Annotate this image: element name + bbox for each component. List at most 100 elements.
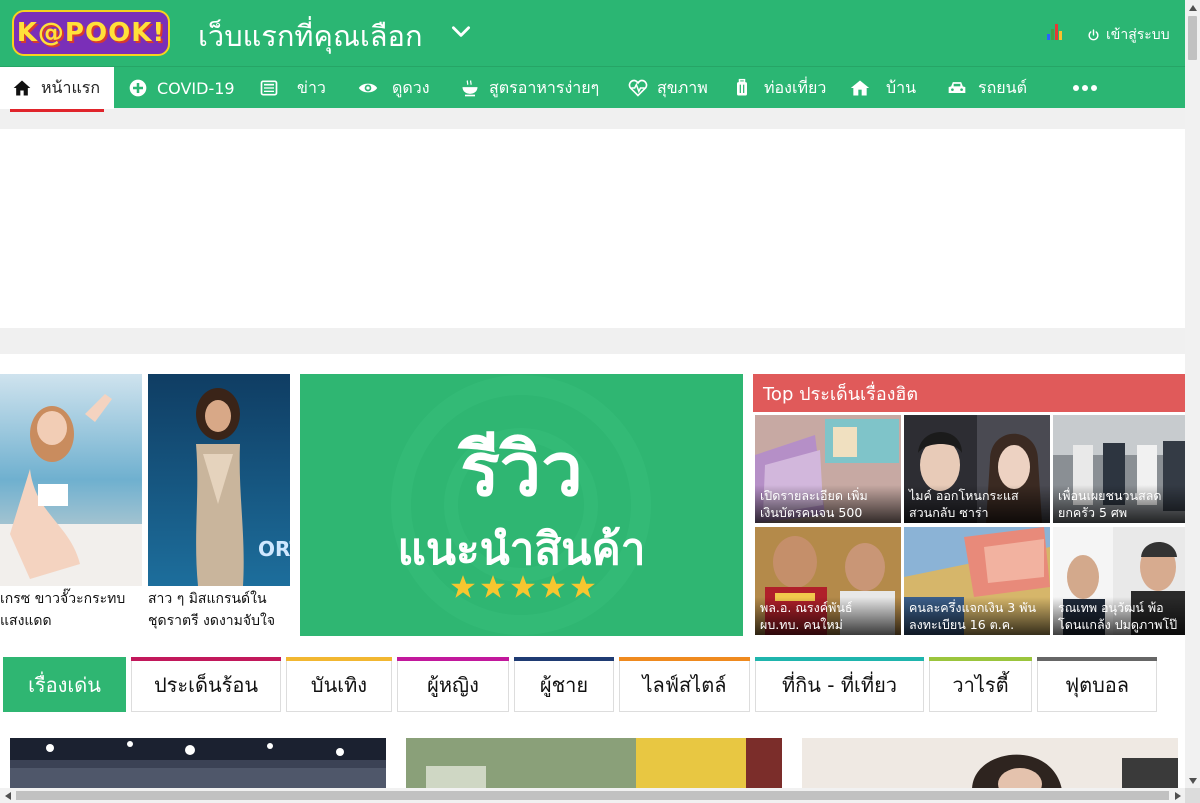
nav-label: COVID-19	[157, 78, 235, 98]
story-image	[10, 738, 386, 790]
feature-tile-image: ORT	[148, 374, 290, 586]
power-icon	[1088, 28, 1099, 40]
scroll-down-icon[interactable]	[1185, 773, 1200, 788]
main-nav: หน้าแรก COVID-19 ข่าว ดูดวง สูตรอาหารง่า…	[0, 66, 1185, 112]
tab-variety[interactable]: วาไรตี้	[929, 657, 1032, 712]
chevron-down-icon[interactable]	[448, 18, 474, 44]
kapook-logo[interactable]: K@POOK!	[12, 10, 170, 56]
food-bowl-icon	[462, 80, 478, 97]
story-card[interactable]	[10, 738, 386, 790]
nav-label: รถยนต์	[978, 77, 1027, 97]
nav-item-cars[interactable]: รถยนต์	[947, 67, 1027, 109]
star-icon	[451, 575, 475, 598]
tab-label: ไลฟ์สไตล์	[642, 672, 727, 697]
tab-label: ที่กิน - ที่เที่ยว	[781, 672, 898, 697]
tab-label: ประเด็นร้อน	[153, 672, 259, 697]
feature-tile-caption: เกรซ ขาวจั๊วะกระทบ แสงแดด	[0, 591, 126, 629]
vertical-scroll-thumb[interactable]	[1188, 16, 1197, 60]
tab-women[interactable]: ผู้หญิง	[397, 657, 509, 712]
nav-label: ข่าว	[297, 77, 326, 97]
nav-item-home[interactable]: หน้าแรก	[0, 67, 114, 112]
hot-story[interactable]: เปิดรายละเอียด เพิ่ม เงินบัตรคนจน 500	[755, 415, 901, 523]
feature-tile-caption: สาว ๆ มิสแกรนด์ใน ชุดราตรี งดงามจับใจ	[148, 591, 276, 629]
nav-label: หน้าแรก	[41, 77, 101, 97]
nav-item-travel[interactable]: ท่องเที่ยว	[732, 67, 826, 109]
star-icon	[541, 575, 565, 598]
star-icon	[481, 575, 505, 598]
nav-item-news[interactable]: ข่าว	[259, 67, 326, 109]
hot-story-caption: ไมค์ ออกโหนกระแส สวนกลับ ซาร่า	[904, 485, 1050, 523]
story-card[interactable]	[802, 738, 1178, 790]
horizontal-scroll-thumb[interactable]	[16, 791, 1169, 800]
vertical-scrollbar[interactable]	[1185, 0, 1200, 788]
ad-banner-space	[0, 129, 1185, 328]
hot-story[interactable]: ไมค์ ออกโหนกระแส สวนกลับ ซาร่า	[904, 415, 1050, 523]
nav-item-home-living[interactable]: บ้าน	[850, 67, 916, 109]
tab-hot-issues[interactable]: ประเด็นร้อน	[131, 657, 281, 712]
nav-label: สุขภาพ	[657, 77, 708, 97]
tab-featured[interactable]: เรื่องเด่น	[3, 657, 126, 712]
hot-story[interactable]: พล.อ. ณรงค์พันธ์ ผบ.ทบ. คนใหม่	[755, 527, 901, 635]
equalizer-icon[interactable]	[1047, 24, 1063, 40]
story-image	[802, 738, 1178, 790]
scrollbar-corner	[1185, 788, 1200, 803]
scroll-up-icon[interactable]	[1185, 0, 1200, 15]
hot-story-caption: รณเทพ อนุวัฒน์ พ้อ โดนแกล้ง ปมดูภาพโป๊	[1053, 597, 1185, 635]
review-stars	[450, 574, 596, 600]
tab-eat-travel[interactable]: ที่กิน - ที่เที่ยว	[755, 657, 924, 712]
tab-label: บันเทิง	[310, 672, 368, 697]
svg-text:ORT: ORT	[258, 537, 290, 561]
tab-label: วาไรตี้	[952, 672, 1009, 697]
nav-item-health[interactable]: สุขภาพ	[628, 67, 708, 109]
scroll-left-icon[interactable]	[0, 788, 15, 803]
tab-lifestyle[interactable]: ไลฟ์สไตล์	[619, 657, 750, 712]
scroll-right-icon[interactable]	[1170, 788, 1185, 803]
horizontal-scrollbar[interactable]	[0, 788, 1185, 803]
nav-label: บ้าน	[886, 77, 917, 97]
hot-story-caption: คนละครึ่งแจกเงิน 3 พัน ลงทะเบียน 16 ต.ค.	[904, 597, 1050, 635]
more-menu-icon[interactable]	[1073, 85, 1097, 91]
nav-item-horoscope[interactable]: ดูดวง	[358, 67, 430, 109]
house-icon	[850, 80, 870, 96]
site-tagline: เว็บแรกที่คุณเลือก	[198, 19, 423, 53]
car-icon	[948, 82, 966, 93]
hot-story-caption: เปิดรายละเอียด เพิ่ม เงินบัตรคนจน 500	[755, 485, 901, 523]
tab-entertainment[interactable]: บันเทิง	[286, 657, 392, 712]
star-icon	[571, 575, 595, 598]
story-image	[406, 738, 782, 790]
tab-men[interactable]: ผู้ชาย	[514, 657, 614, 712]
kapook-homepage: K@POOK! เว็บแรกที่คุณเลือก เข้าสู่ระบบ ห…	[0, 0, 1200, 803]
home-icon	[13, 80, 31, 96]
review-banner[interactable]: รีวิว แนะนำสินค้า	[300, 374, 743, 636]
feature-tile[interactable]: ORT สาว ๆ มิสแกรนด์ใน ชุดราตรี งดงามจับใ…	[148, 374, 290, 636]
star-icon	[511, 575, 535, 598]
nav-label: ท่องเที่ยว	[764, 77, 827, 97]
nav-item-recipes[interactable]: สูตรอาหารง่ายๆ	[460, 67, 599, 109]
login-button[interactable]: เข้าสู่ระบบ	[1087, 24, 1170, 46]
eye-icon	[358, 83, 378, 93]
tab-label: เรื่องเด่น	[28, 672, 101, 697]
review-title: รีวิว	[460, 427, 583, 513]
tab-label: ผู้ชาย	[539, 672, 589, 697]
tab-label: ผู้หญิง	[427, 672, 479, 697]
hot-story[interactable]: คนละครึ่งแจกเงิน 3 พัน ลงทะเบียน 16 ต.ค.	[904, 527, 1050, 635]
site-header: K@POOK! เว็บแรกที่คุณเลือก เข้าสู่ระบบ	[0, 0, 1185, 66]
logo-text: K@POOK!	[16, 18, 166, 48]
nav-item-covid[interactable]: COVID-19	[128, 67, 235, 109]
hot-story-caption: พล.อ. ณรงค์พันธ์ ผบ.ทบ. คนใหม่	[755, 597, 901, 635]
hot-story-caption: เพื่อนเผยชนวนสลด ยกครัว 5 ศพ	[1053, 485, 1185, 523]
feature-tile-image	[0, 374, 142, 586]
tab-label: ฟุตบอล	[1064, 672, 1130, 697]
hot-story[interactable]: รณเทพ อนุวัฒน์ พ้อ โดนแกล้ง ปมดูภาพโป๊	[1053, 527, 1185, 635]
feature-tile[interactable]: เกรซ ขาวจั๊วะกระทบ แสงแดด	[0, 374, 142, 636]
top-hot-header: Top ประเด็นเรื่องฮิต	[753, 374, 1185, 412]
story-card[interactable]	[406, 738, 782, 790]
heart-pulse-icon	[628, 79, 648, 97]
login-label: เข้าสู่ระบบ	[1106, 27, 1170, 43]
nav-label: สูตรอาหารง่ายๆ	[489, 77, 600, 97]
luggage-icon	[737, 78, 747, 96]
tab-football[interactable]: ฟุตบอล	[1037, 657, 1157, 712]
nav-label: ดูดวง	[392, 77, 430, 97]
plus-circle-icon	[129, 79, 147, 97]
hot-story[interactable]: เพื่อนเผยชนวนสลด ยกครัว 5 ศพ	[1053, 415, 1185, 523]
